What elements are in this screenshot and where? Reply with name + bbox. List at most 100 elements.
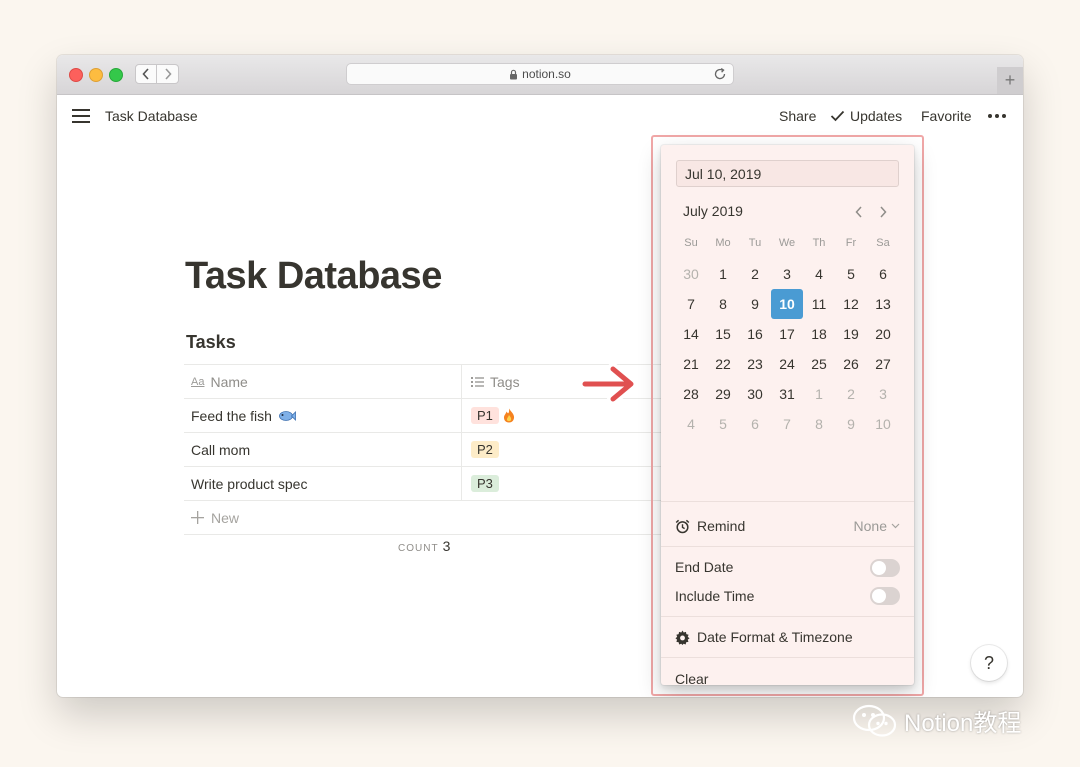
- calendar-day[interactable]: 22: [707, 349, 739, 379]
- browser-titlebar: notion.so +: [57, 55, 1023, 95]
- calendar-day[interactable]: 8: [803, 409, 835, 439]
- calendar-day[interactable]: 15: [707, 319, 739, 349]
- weekday-label: Mo: [715, 237, 731, 249]
- maximize-window-button[interactable]: [109, 68, 123, 82]
- new-row-button[interactable]: New: [184, 501, 664, 535]
- calendar-day[interactable]: 2: [739, 259, 771, 289]
- count-summary[interactable]: COUNT 3: [398, 538, 450, 554]
- calendar-day[interactable]: 17: [771, 319, 803, 349]
- include-time-toggle[interactable]: [870, 587, 900, 605]
- alarm-clock-icon: [675, 519, 690, 533]
- calendar-day[interactable]: 18: [803, 319, 835, 349]
- watermark: Notion教程: [852, 703, 1021, 738]
- date-input[interactable]: Jul 10, 2019: [676, 160, 899, 187]
- calendar-day[interactable]: 11: [803, 289, 835, 319]
- remind-option[interactable]: Remind: [675, 518, 745, 534]
- calendar-day[interactable]: 1: [707, 259, 739, 289]
- calendar-day[interactable]: 25: [803, 349, 835, 379]
- fish-icon: [278, 410, 296, 422]
- close-window-button[interactable]: [69, 68, 83, 82]
- browser-window: notion.so + Task Database Share Updates …: [57, 55, 1023, 697]
- name-cell[interactable]: Call mom: [191, 433, 461, 466]
- calendar-day[interactable]: 30: [675, 259, 707, 289]
- calendar-day[interactable]: 3: [867, 379, 899, 409]
- end-date-toggle[interactable]: [870, 559, 900, 577]
- forward-button[interactable]: [157, 64, 179, 84]
- calendar-day[interactable]: 2: [835, 379, 867, 409]
- date-format-option[interactable]: Date Format & Timezone: [675, 629, 853, 645]
- lock-icon: [509, 69, 518, 80]
- new-row-content: New: [191, 501, 461, 534]
- calendar-day[interactable]: 12: [835, 289, 867, 319]
- divider: [661, 657, 914, 658]
- share-button[interactable]: Share: [779, 108, 816, 124]
- arrow-right-icon: [579, 363, 637, 405]
- name-cell[interactable]: Feed the fish: [191, 399, 461, 432]
- calendar-day[interactable]: 23: [739, 349, 771, 379]
- weekday-label: Sa: [876, 237, 890, 249]
- notion-topbar: Task Database Share Updates Favorite: [57, 95, 1023, 137]
- help-button[interactable]: ?: [971, 645, 1007, 681]
- calendar-day[interactable]: 5: [835, 259, 867, 289]
- more-options-icon[interactable]: [988, 114, 1006, 118]
- minimize-window-button[interactable]: [89, 68, 103, 82]
- name-column-header[interactable]: Aa Name: [191, 365, 461, 398]
- calendar-day[interactable]: 26: [835, 349, 867, 379]
- remind-select[interactable]: None: [854, 518, 900, 534]
- breadcrumb[interactable]: Task Database: [105, 108, 198, 124]
- calendar-day[interactable]: 9: [835, 409, 867, 439]
- calendar-day[interactable]: 16: [739, 319, 771, 349]
- calendar-day[interactable]: 9: [739, 289, 771, 319]
- list-icon: [471, 376, 484, 387]
- address-bar[interactable]: notion.so: [346, 63, 734, 85]
- calendar-day[interactable]: 6: [867, 259, 899, 289]
- month-label: July 2019: [683, 203, 743, 219]
- name-cell[interactable]: Write product spec: [191, 467, 461, 500]
- calendar-day[interactable]: 21: [675, 349, 707, 379]
- database-title[interactable]: Tasks: [186, 332, 236, 353]
- include-time-option: Include Time: [675, 588, 754, 604]
- calendar-day[interactable]: 8: [707, 289, 739, 319]
- divider: [661, 501, 914, 502]
- calendar-day-selected[interactable]: 10: [771, 289, 803, 319]
- clear-label: Clear: [675, 671, 709, 687]
- calendar-day[interactable]: 27: [867, 349, 899, 379]
- date-picker-popup: Jul 10, 2019 July 2019 Su Mo Tu We Th Fr Sa 30…: [661, 145, 914, 687]
- tag-p1: P1: [471, 407, 499, 424]
- tags-cell[interactable]: P2: [461, 433, 664, 466]
- updates-button[interactable]: Updates: [830, 108, 902, 124]
- new-row-label: New: [211, 509, 240, 526]
- table-row[interactable]: Write product spec P3: [184, 467, 664, 501]
- calendar-day[interactable]: 14: [675, 319, 707, 349]
- calendar-day[interactable]: 4: [675, 409, 707, 439]
- tags-cell[interactable]: P3: [461, 467, 664, 500]
- calendar-day[interactable]: 30: [739, 379, 771, 409]
- calendar-day[interactable]: 31: [771, 379, 803, 409]
- calendar-day[interactable]: 4: [803, 259, 835, 289]
- calendar-day[interactable]: 29: [707, 379, 739, 409]
- next-month-icon[interactable]: [878, 205, 888, 219]
- calendar-day[interactable]: 10: [867, 409, 899, 439]
- calendar-day[interactable]: 24: [771, 349, 803, 379]
- calendar-day[interactable]: 5: [707, 409, 739, 439]
- wechat-icon: [852, 704, 897, 737]
- favorite-button[interactable]: Favorite: [921, 108, 972, 124]
- clear-button[interactable]: Clear: [675, 671, 708, 687]
- prev-month-icon[interactable]: [854, 205, 864, 219]
- calendar-day[interactable]: 7: [675, 289, 707, 319]
- calendar-day[interactable]: 6: [739, 409, 771, 439]
- calendar-day[interactable]: 3: [771, 259, 803, 289]
- reload-icon[interactable]: [713, 67, 727, 81]
- calendar-day[interactable]: 13: [867, 289, 899, 319]
- table-row[interactable]: Call mom P2: [184, 433, 664, 467]
- calendar-day[interactable]: 7: [771, 409, 803, 439]
- back-button[interactable]: [135, 64, 157, 84]
- calendar-day[interactable]: 20: [867, 319, 899, 349]
- calendar-day[interactable]: 28: [675, 379, 707, 409]
- new-tab-button[interactable]: +: [997, 67, 1023, 94]
- gear-icon: [675, 629, 690, 645]
- sidebar-menu-icon[interactable]: [72, 109, 90, 128]
- calendar-day[interactable]: 19: [835, 319, 867, 349]
- page-title[interactable]: Task Database: [185, 255, 442, 298]
- calendar-day[interactable]: 1: [803, 379, 835, 409]
